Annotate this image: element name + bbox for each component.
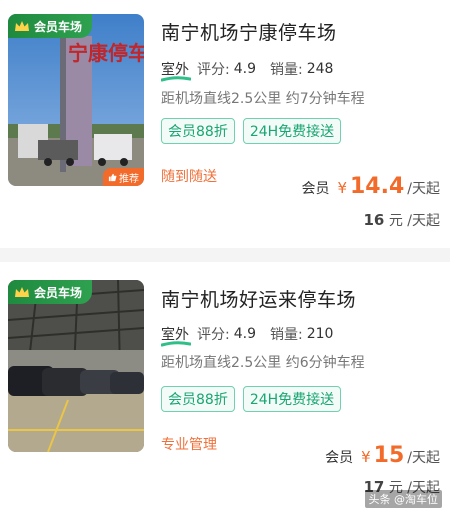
rating-value: 4.9 <box>233 326 256 342</box>
feature-tags: 会员88折 24H免费接送 <box>161 118 342 144</box>
recommend-badge-label: 推荐 <box>119 173 139 185</box>
sales-value: 248 <box>306 61 334 77</box>
sales-label: 销量: <box>269 62 303 78</box>
member-label: 会员 <box>301 181 330 197</box>
member-label: 会员 <box>325 450 354 466</box>
vip-parking-badge: 会员车场 <box>8 280 93 304</box>
distance-info: 距机场直线2.5公里 约6分钟车程 <box>161 355 365 371</box>
currency-symbol: ¥ <box>361 448 371 466</box>
member-price-unit: /天起 <box>407 450 440 466</box>
original-price-amount: 16 <box>363 211 385 229</box>
member-price: 会员 ¥ 15 /天起 <box>325 443 440 468</box>
original-price-unit: 元 /天起 <box>388 213 440 229</box>
parking-photo-image: 宁康停车 <box>8 14 144 186</box>
original-price: 16 元 /天起 <box>364 210 441 230</box>
parking-name[interactable]: 南宁机场宁康停车场 <box>161 18 337 45</box>
watermark: 头条 @淘车位 <box>364 490 442 508</box>
sign-char: 宁康停车 <box>68 41 144 65</box>
card-separator <box>0 248 450 262</box>
parking-meta: 室外 评分: 4.9 销量: 248 <box>161 59 347 82</box>
location-type: 室外 <box>161 59 191 82</box>
parking-name[interactable]: 南宁机场好运来停车场 <box>161 285 356 312</box>
tag-free-shuttle: 24H免费接送 <box>242 386 342 412</box>
currency-symbol: ¥ <box>337 179 347 197</box>
parking-card[interactable]: 会员车场 南宁机场好运来停车场 室外 评分: 4.9 销量: 210 距机场直线… <box>0 262 450 516</box>
thumb-up-icon <box>108 173 117 181</box>
sales-label: 销量: <box>269 327 303 343</box>
member-price-amount: 14.4 <box>350 174 405 199</box>
member-price-unit: /天起 <box>407 181 440 197</box>
crown-icon <box>15 287 29 297</box>
member-price-amount: 15 <box>373 443 405 468</box>
service-note: 专业管理 <box>161 437 217 453</box>
rating-label: 评分: <box>197 62 230 78</box>
vip-badge-label: 会员车场 <box>34 285 83 300</box>
feature-tags: 会员88折 24H免费接送 <box>161 386 342 412</box>
service-note: 随到随送 <box>161 169 217 185</box>
underline-swoosh-icon <box>161 76 191 82</box>
parking-photo[interactable]: 会员车场 <box>8 280 144 452</box>
underline-swoosh-icon <box>161 341 191 347</box>
crown-icon <box>15 21 29 31</box>
tag-member-discount: 会员88折 <box>161 386 235 412</box>
distance-info: 距机场直线2.5公里 约7分钟车程 <box>161 91 365 107</box>
sales-value: 210 <box>306 326 334 342</box>
location-type: 室外 <box>161 324 191 347</box>
parking-card[interactable]: 宁康停车 会员车场 推荐 南宁机场宁康停车场 室外 评分: 4.9 销量: 24… <box>0 0 450 248</box>
tag-free-shuttle: 24H免费接送 <box>242 118 342 144</box>
vip-parking-badge: 会员车场 <box>8 14 93 38</box>
tag-member-discount: 会员88折 <box>161 118 235 144</box>
recommend-badge: 推荐 <box>103 168 144 186</box>
rating-label: 评分: <box>197 327 230 343</box>
parking-photo[interactable]: 宁康停车 会员车场 推荐 <box>8 14 144 186</box>
member-price: 会员 ¥ 14.4 /天起 <box>301 174 440 199</box>
parking-photo-image <box>8 280 144 452</box>
parking-meta: 室外 评分: 4.9 销量: 210 <box>161 324 347 347</box>
vip-badge-label: 会员车场 <box>34 19 83 34</box>
rating-value: 4.9 <box>233 61 256 77</box>
